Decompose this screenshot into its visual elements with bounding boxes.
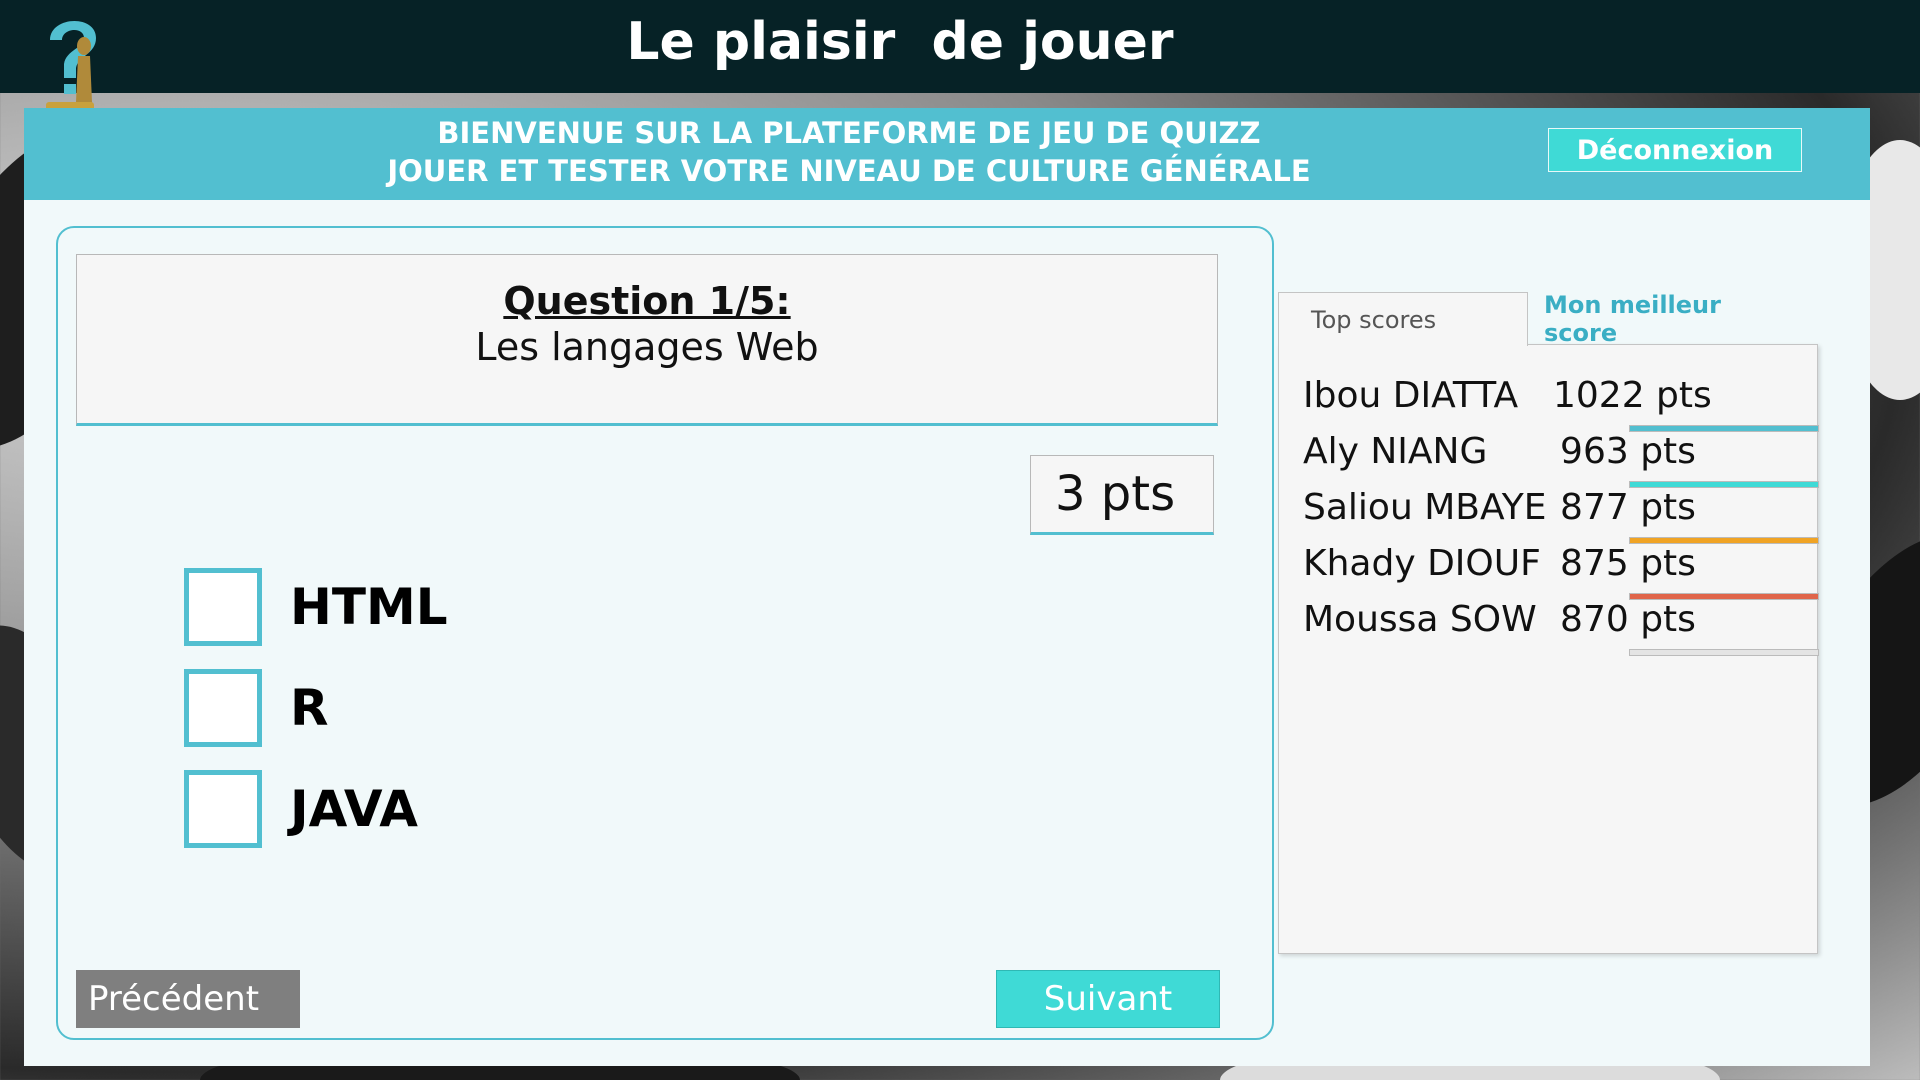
main-frame: BIENVENUE SUR LA PLATEFORME DE JEU DE QU… bbox=[24, 108, 1870, 1066]
player-name: Saliou MBAYE bbox=[1303, 487, 1547, 528]
logout-button[interactable]: Déconnexion bbox=[1548, 128, 1802, 172]
question-points: 3 pts bbox=[1030, 455, 1214, 535]
player-points: 1022 pts bbox=[1553, 375, 1712, 416]
next-button[interactable]: Suivant bbox=[996, 970, 1220, 1028]
welcome-line-2: JOUER ET TESTER VOTRE NIVEAU DE CULTURE … bbox=[387, 154, 1311, 188]
answer-label: HTML bbox=[290, 578, 448, 636]
previous-button[interactable]: Précédent bbox=[76, 970, 300, 1028]
answer-option[interactable]: R bbox=[184, 665, 684, 751]
top-scores-list: Ibou DIATTA 1022 pts Aly NIANG 963 pts S… bbox=[1278, 344, 1819, 954]
score-row: Ibou DIATTA 1022 pts bbox=[1303, 375, 1819, 432]
scores-panel: Top scores Mon meilleur score Ibou DIATT… bbox=[1278, 291, 1819, 954]
score-bar bbox=[1629, 649, 1819, 656]
app-title: Le plaisir de jouer bbox=[626, 12, 1174, 72]
score-row: Moussa SOW 870 pts bbox=[1303, 599, 1819, 656]
question-text: Les langages Web bbox=[475, 325, 819, 369]
score-row: Saliou MBAYE 877 pts bbox=[1303, 487, 1819, 544]
quiz-card: Question 1/5: Les langages Web 3 pts HTM… bbox=[56, 226, 1274, 1040]
player-points: 870 pts bbox=[1560, 599, 1696, 640]
answer-option[interactable]: HTML bbox=[184, 564, 684, 650]
answer-label: JAVA bbox=[290, 780, 418, 838]
player-name: Aly NIANG bbox=[1303, 431, 1488, 472]
question-number: Question 1/5: bbox=[503, 279, 791, 323]
tab-my-best-score[interactable]: Mon meilleur score bbox=[1540, 291, 1800, 347]
player-points: 963 pts bbox=[1560, 431, 1696, 472]
player-points: 875 pts bbox=[1560, 543, 1696, 584]
player-name: Ibou DIATTA bbox=[1303, 375, 1519, 416]
answer-label: R bbox=[290, 679, 329, 737]
question-box: Question 1/5: Les langages Web bbox=[76, 254, 1218, 426]
answer-checkbox[interactable] bbox=[184, 770, 262, 848]
player-name: Moussa SOW bbox=[1303, 599, 1537, 640]
score-row: Khady DIOUF 875 pts bbox=[1303, 543, 1819, 600]
answer-checkbox[interactable] bbox=[184, 669, 262, 747]
welcome-line-1: BIENVENUE SUR LA PLATEFORME DE JEU DE QU… bbox=[437, 116, 1261, 150]
player-name: Khady DIOUF bbox=[1303, 543, 1541, 584]
top-bar: Le plaisir de jouer bbox=[0, 0, 1920, 93]
answer-option[interactable]: JAVA bbox=[184, 766, 684, 852]
welcome-banner: BIENVENUE SUR LA PLATEFORME DE JEU DE QU… bbox=[24, 108, 1870, 200]
player-points: 877 pts bbox=[1560, 487, 1696, 528]
score-row: Aly NIANG 963 pts bbox=[1303, 431, 1819, 488]
tab-top-scores[interactable]: Top scores bbox=[1278, 292, 1528, 346]
answer-checkbox[interactable] bbox=[184, 568, 262, 646]
